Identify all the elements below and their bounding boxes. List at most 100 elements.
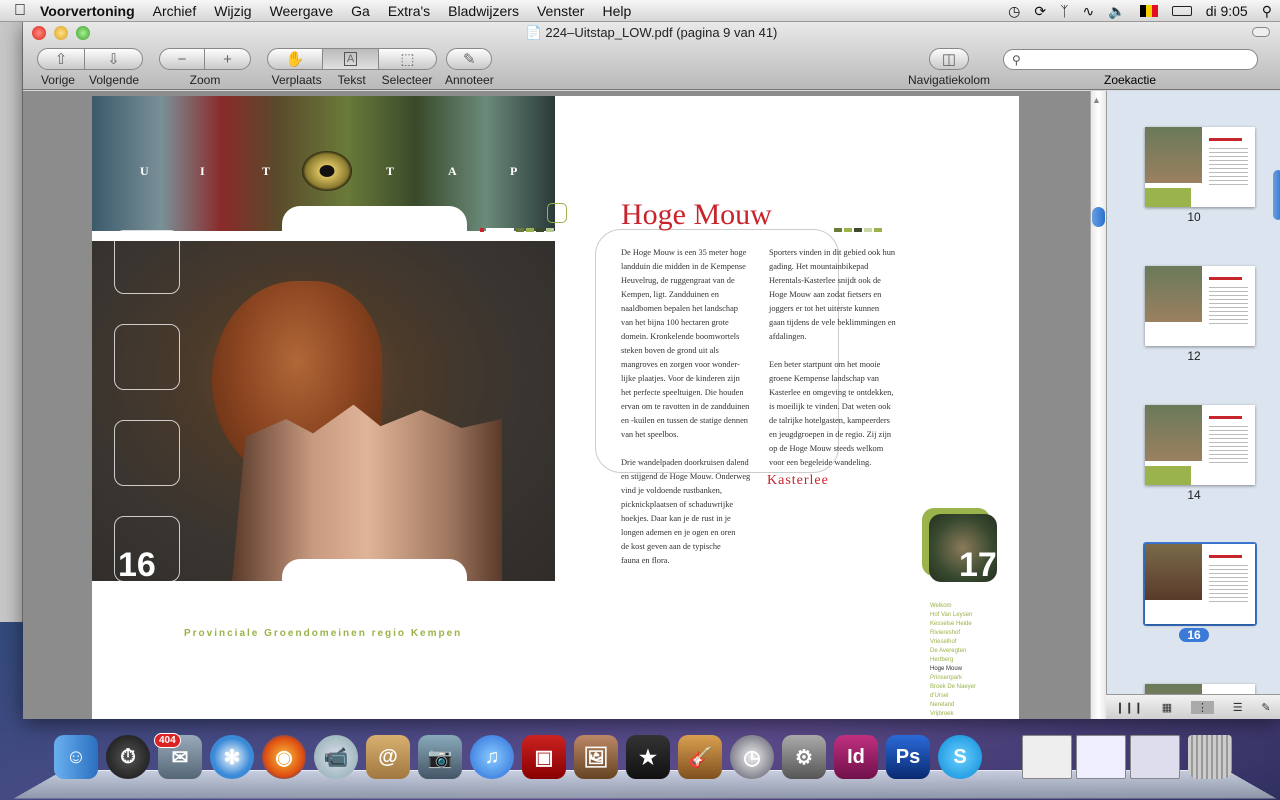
page-thumbnail[interactable]	[1145, 127, 1255, 207]
sidebar-toggle-button[interactable]: ◫	[929, 48, 970, 70]
menu-wijzig[interactable]: Wijzig	[214, 3, 251, 19]
menu-weergave[interactable]: Weergave	[270, 3, 334, 19]
menu-venster[interactable]: Venster	[537, 3, 584, 19]
clock[interactable]: di 9:05	[1206, 3, 1248, 19]
preview-icon[interactable]: 🖼	[574, 735, 618, 779]
trash-icon[interactable]	[1188, 735, 1232, 779]
text-label: Tekst	[337, 73, 366, 87]
scroll-up-arrow-icon[interactable]: ▲	[1092, 95, 1101, 105]
banner-tab	[282, 206, 467, 231]
minimized-window-icon[interactable]	[1130, 735, 1180, 779]
previous-button[interactable]: ⇧	[37, 48, 85, 70]
apple-menu-icon[interactable]: 	[0, 2, 40, 20]
itunes-icon[interactable]: ♫	[470, 735, 514, 779]
hand-icon: ✋	[285, 51, 305, 68]
page-thumbnail[interactable]	[1145, 405, 1255, 485]
bluetooth-icon[interactable]: ᛉ	[1060, 3, 1068, 19]
battery-icon[interactable]	[1171, 6, 1192, 16]
menu-help[interactable]: Help	[602, 3, 631, 19]
dashboard-icon[interactable]: ⏱	[106, 735, 150, 779]
index-item: Vrijbroek	[930, 711, 954, 717]
sidebar-scroll-thumb[interactable]	[1273, 170, 1280, 220]
window-title-text: 224–Uitstap_LOW.pdf (pagina 9 van 41)	[545, 25, 778, 40]
page-white-curve	[92, 581, 555, 599]
arrow-down-icon: ⇩	[107, 51, 120, 68]
zoom-group: − + Zoom	[159, 48, 251, 87]
menu-bar:  Voorvertoning Archief Wijzig Weergave …	[0, 0, 1280, 22]
volume-icon[interactable]: 🔈	[1108, 3, 1125, 20]
article-title: Hoge Mouw	[621, 198, 772, 231]
sidebar-toggle-group: ◫ Navigatiekolom	[908, 48, 990, 87]
preview-window: 📄 224–Uitstap_LOW.pdf (pagina 9 van 41) …	[23, 22, 1280, 719]
garageband-icon[interactable]: 🎸	[678, 735, 722, 779]
background-window-edge	[0, 22, 23, 622]
text-tool-button[interactable]: A	[323, 48, 379, 70]
selected-page-badge: 16	[1179, 628, 1209, 642]
skype-icon[interactable]: S	[938, 735, 982, 779]
banner-letter: I	[200, 164, 205, 178]
zoom-out-button[interactable]: −	[159, 48, 205, 70]
indesign-icon[interactable]: Id	[834, 735, 878, 779]
move-tool-button[interactable]: ✋	[267, 48, 323, 70]
input-language-flag-icon[interactable]	[1139, 5, 1158, 17]
right-page-number: 17	[959, 546, 997, 584]
address-book-icon[interactable]: @	[366, 735, 410, 779]
annotate-button[interactable]: ✎	[446, 48, 493, 70]
minimized-window-icon[interactable]	[1022, 735, 1072, 779]
toolbar-toggle-button[interactable]	[1252, 27, 1270, 37]
photoshop-icon[interactable]: Ps	[886, 735, 930, 779]
page-thumbnail[interactable]	[1145, 684, 1255, 694]
minus-icon: −	[177, 50, 187, 68]
document-view[interactable]: U I T S T A P 16 Provinciale Groendomein…	[23, 91, 1090, 719]
iphoto-icon[interactable]: 📷	[418, 735, 462, 779]
firefox-icon[interactable]: ◉	[262, 735, 306, 779]
finder-icon[interactable]: ☺	[54, 735, 98, 779]
view-thumbnails-icon[interactable]: ⋮	[1190, 700, 1214, 714]
view-annotations-icon[interactable]: ✎	[1261, 701, 1270, 714]
imovie-icon[interactable]: ★	[626, 735, 670, 779]
menu-ga[interactable]: Ga	[351, 3, 370, 19]
ichat-icon[interactable]: 📹	[314, 735, 358, 779]
view-list-icon[interactable]: ☰	[1233, 701, 1243, 714]
menu-app-name[interactable]: Voorvertoning	[40, 3, 135, 19]
next-button[interactable]: ⇩	[85, 48, 143, 70]
previous-label: Vorige	[40, 73, 75, 87]
photo-booth-icon[interactable]: ▣	[522, 735, 566, 779]
wifi-icon[interactable]: ∿	[1083, 3, 1095, 20]
annotate-group: ✎ Annoteer	[445, 48, 494, 87]
menu-bladwijzers[interactable]: Bladwijzers	[448, 3, 519, 19]
thumbnail-sidebar[interactable]: 10 12 14 16	[1106, 91, 1280, 694]
photo-tab	[282, 559, 467, 581]
view-grid-icon[interactable]: ▦	[1162, 701, 1172, 714]
window-title: 📄 224–Uitstap_LOW.pdf (pagina 9 van 41)	[525, 25, 778, 40]
banner-letter: P	[510, 164, 518, 178]
view-columns-icon[interactable]: ❙❙❙	[1115, 701, 1143, 714]
mail-icon[interactable]: ✉ 404	[154, 733, 202, 779]
menu-extras[interactable]: Extra's	[388, 3, 430, 19]
spotlight-icon[interactable]: ⚲	[1262, 3, 1272, 20]
document-scroll-thumb[interactable]	[1092, 207, 1105, 227]
document-scrollbar[interactable]: ▲	[1090, 91, 1106, 719]
time-machine-icon[interactable]: ◷	[730, 735, 774, 779]
select-tool-button[interactable]: ⬚	[379, 48, 437, 70]
search-field[interactable]: ⚲	[1003, 49, 1258, 70]
thumbnail-label-selected: 16	[1107, 628, 1280, 642]
time-machine-menu-icon[interactable]: ◷	[1008, 3, 1020, 20]
text-cursor-icon: A	[343, 52, 358, 66]
thumbnail-label: 10	[1187, 210, 1201, 224]
banner-letter: A	[448, 164, 457, 178]
page-thumbnail-selected[interactable]	[1145, 544, 1255, 624]
menu-archief[interactable]: Archief	[153, 3, 197, 19]
left-page-number: 16	[118, 546, 156, 584]
banner-photo: U I T S T A P	[92, 96, 567, 231]
minimized-window-icon[interactable]	[1076, 735, 1126, 779]
sync-icon[interactable]: ⟳	[1034, 3, 1046, 20]
zoom-in-button[interactable]: +	[205, 48, 251, 70]
safari-icon[interactable]: ✻	[210, 735, 254, 779]
page-thumbnail[interactable]	[1145, 266, 1255, 346]
sidebar-icon: ◫	[941, 51, 957, 68]
thumbnail-label: 14	[1187, 488, 1201, 502]
system-preferences-icon[interactable]: ⚙	[782, 735, 826, 779]
pdf-spread: U I T S T A P 16 Provinciale Groendomein…	[92, 96, 1019, 719]
decor-dots-right	[834, 228, 882, 232]
